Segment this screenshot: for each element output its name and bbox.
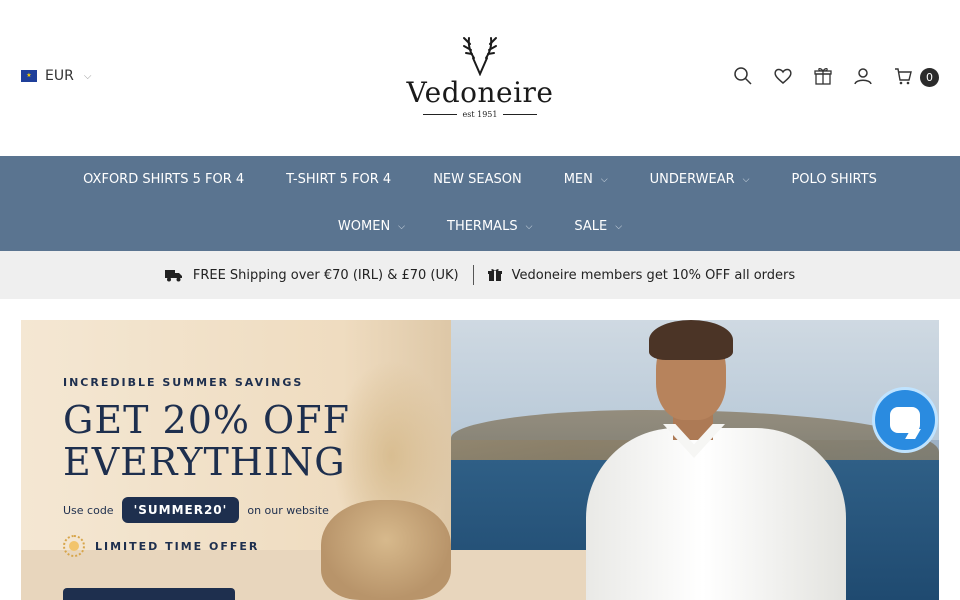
chevron-down-icon: ⌵ [83, 70, 92, 82]
hero-headline: GET 20% OFF EVERYTHING [63, 399, 443, 483]
members-text: Vedoneire members get 10% OFF all orders [511, 267, 796, 283]
nav-row-2: WOMEN ⌵ THERMALS ⌵ SALE ⌵ [0, 203, 960, 250]
chat-bubble-icon [890, 407, 920, 433]
shipping-text: FREE Shipping over €70 (IRL) & £70 (UK) [192, 267, 459, 283]
nav-row-1: OXFORD SHIRTS 5 FOR 4 T-SHIRT 5 FOR 4 NE… [0, 156, 960, 203]
cart-button[interactable]: 0 [893, 66, 939, 87]
hero-headline-line-2: EVERYTHING [63, 440, 346, 484]
logo-wordmark: Vedoneire [406, 76, 554, 109]
nav-label: THERMALS [447, 219, 518, 234]
members-message: Vedoneire members get 10% OFF all orders [487, 267, 796, 283]
hero-copy: INCREDIBLE SUMMER SAVINGS GET 20% OFF EV… [63, 376, 443, 557]
chevron-down-icon: ⌵ [600, 174, 608, 185]
hero-headline-line-1: GET 20% OFF [63, 398, 350, 442]
nav-label: MEN [563, 172, 593, 187]
use-code-text: Use code [63, 503, 114, 517]
sun-icon [63, 535, 85, 557]
shipping-message: FREE Shipping over €70 (IRL) & £70 (UK) [164, 267, 459, 283]
site-header: ★ EUR ⌵ Vedoneire est 1951 0 [0, 0, 960, 156]
chevron-down-icon: ⌵ [615, 221, 623, 232]
currency-selector[interactable]: ★ EUR ⌵ [21, 68, 91, 84]
nav-label: T-SHIRT 5 FOR 4 [286, 172, 392, 187]
site-logo[interactable]: Vedoneire est 1951 [405, 34, 555, 126]
chevron-down-icon: ⌵ [398, 221, 405, 232]
nav-label: OXFORD SHIRTS 5 FOR 4 [83, 172, 245, 187]
heart-icon[interactable] [773, 66, 793, 86]
limited-offer: LIMITED TIME OFFER [63, 535, 443, 557]
hero-shop-button[interactable] [63, 588, 235, 600]
currency-label: EUR [45, 68, 74, 84]
cart-icon [895, 68, 912, 85]
nav-item-men[interactable]: MEN ⌵ [543, 172, 629, 187]
chat-widget-button[interactable] [875, 390, 935, 450]
nav-item-t-shirt[interactable]: T-SHIRT 5 FOR 4 [265, 172, 412, 187]
divider [472, 265, 474, 285]
hero-banner[interactable]: INCREDIBLE SUMMER SAVINGS GET 20% OFF EV… [21, 320, 939, 600]
nav-label: WOMEN [337, 219, 391, 234]
on-site-text: on our website [247, 503, 329, 517]
nav-label: UNDERWEAR [649, 172, 735, 187]
nav-label: POLO SHIRTS [791, 172, 877, 187]
logo-established: est 1951 [405, 110, 555, 119]
chevron-down-icon: ⌵ [525, 221, 533, 232]
logo-est-text: est 1951 [462, 110, 498, 119]
cart-count-badge: 0 [920, 68, 939, 87]
nav-item-women[interactable]: WOMEN ⌵ [317, 219, 426, 234]
search-icon[interactable] [733, 66, 753, 86]
hero-model-photo [581, 320, 901, 600]
stag-antlers-icon [463, 37, 497, 76]
eu-flag-icon: ★ [21, 70, 37, 82]
nav-item-underwear[interactable]: UNDERWEAR ⌵ [629, 172, 771, 187]
main-navigation: OXFORD SHIRTS 5 FOR 4 T-SHIRT 5 FOR 4 NE… [0, 156, 960, 251]
nav-item-thermals[interactable]: THERMALS ⌵ [426, 219, 553, 234]
gift-icon[interactable] [813, 66, 833, 86]
hero-kicker: INCREDIBLE SUMMER SAVINGS [63, 376, 304, 389]
account-icon[interactable] [853, 66, 873, 86]
nav-item-oxford-shirts[interactable]: OXFORD SHIRTS 5 FOR 4 [62, 172, 265, 187]
announcement-bar: FREE Shipping over €70 (IRL) & £70 (UK) … [0, 251, 960, 299]
nav-item-new-season[interactable]: NEW SEASON [412, 172, 543, 187]
header-icons: 0 [733, 66, 939, 87]
nav-item-polo-shirts[interactable]: POLO SHIRTS [770, 172, 897, 187]
gift-icon [487, 269, 502, 281]
promo-code-badge: 'SUMMER20' [121, 497, 240, 523]
nav-label: NEW SEASON [433, 172, 522, 187]
promo-code-line: Use code 'SUMMER20' on our website [63, 497, 443, 523]
chevron-down-icon: ⌵ [742, 174, 750, 185]
nav-item-sale[interactable]: SALE ⌵ [553, 219, 643, 234]
limited-offer-text: LIMITED TIME OFFER [95, 539, 260, 553]
truck-icon [164, 270, 182, 282]
nav-label: SALE [574, 219, 608, 234]
